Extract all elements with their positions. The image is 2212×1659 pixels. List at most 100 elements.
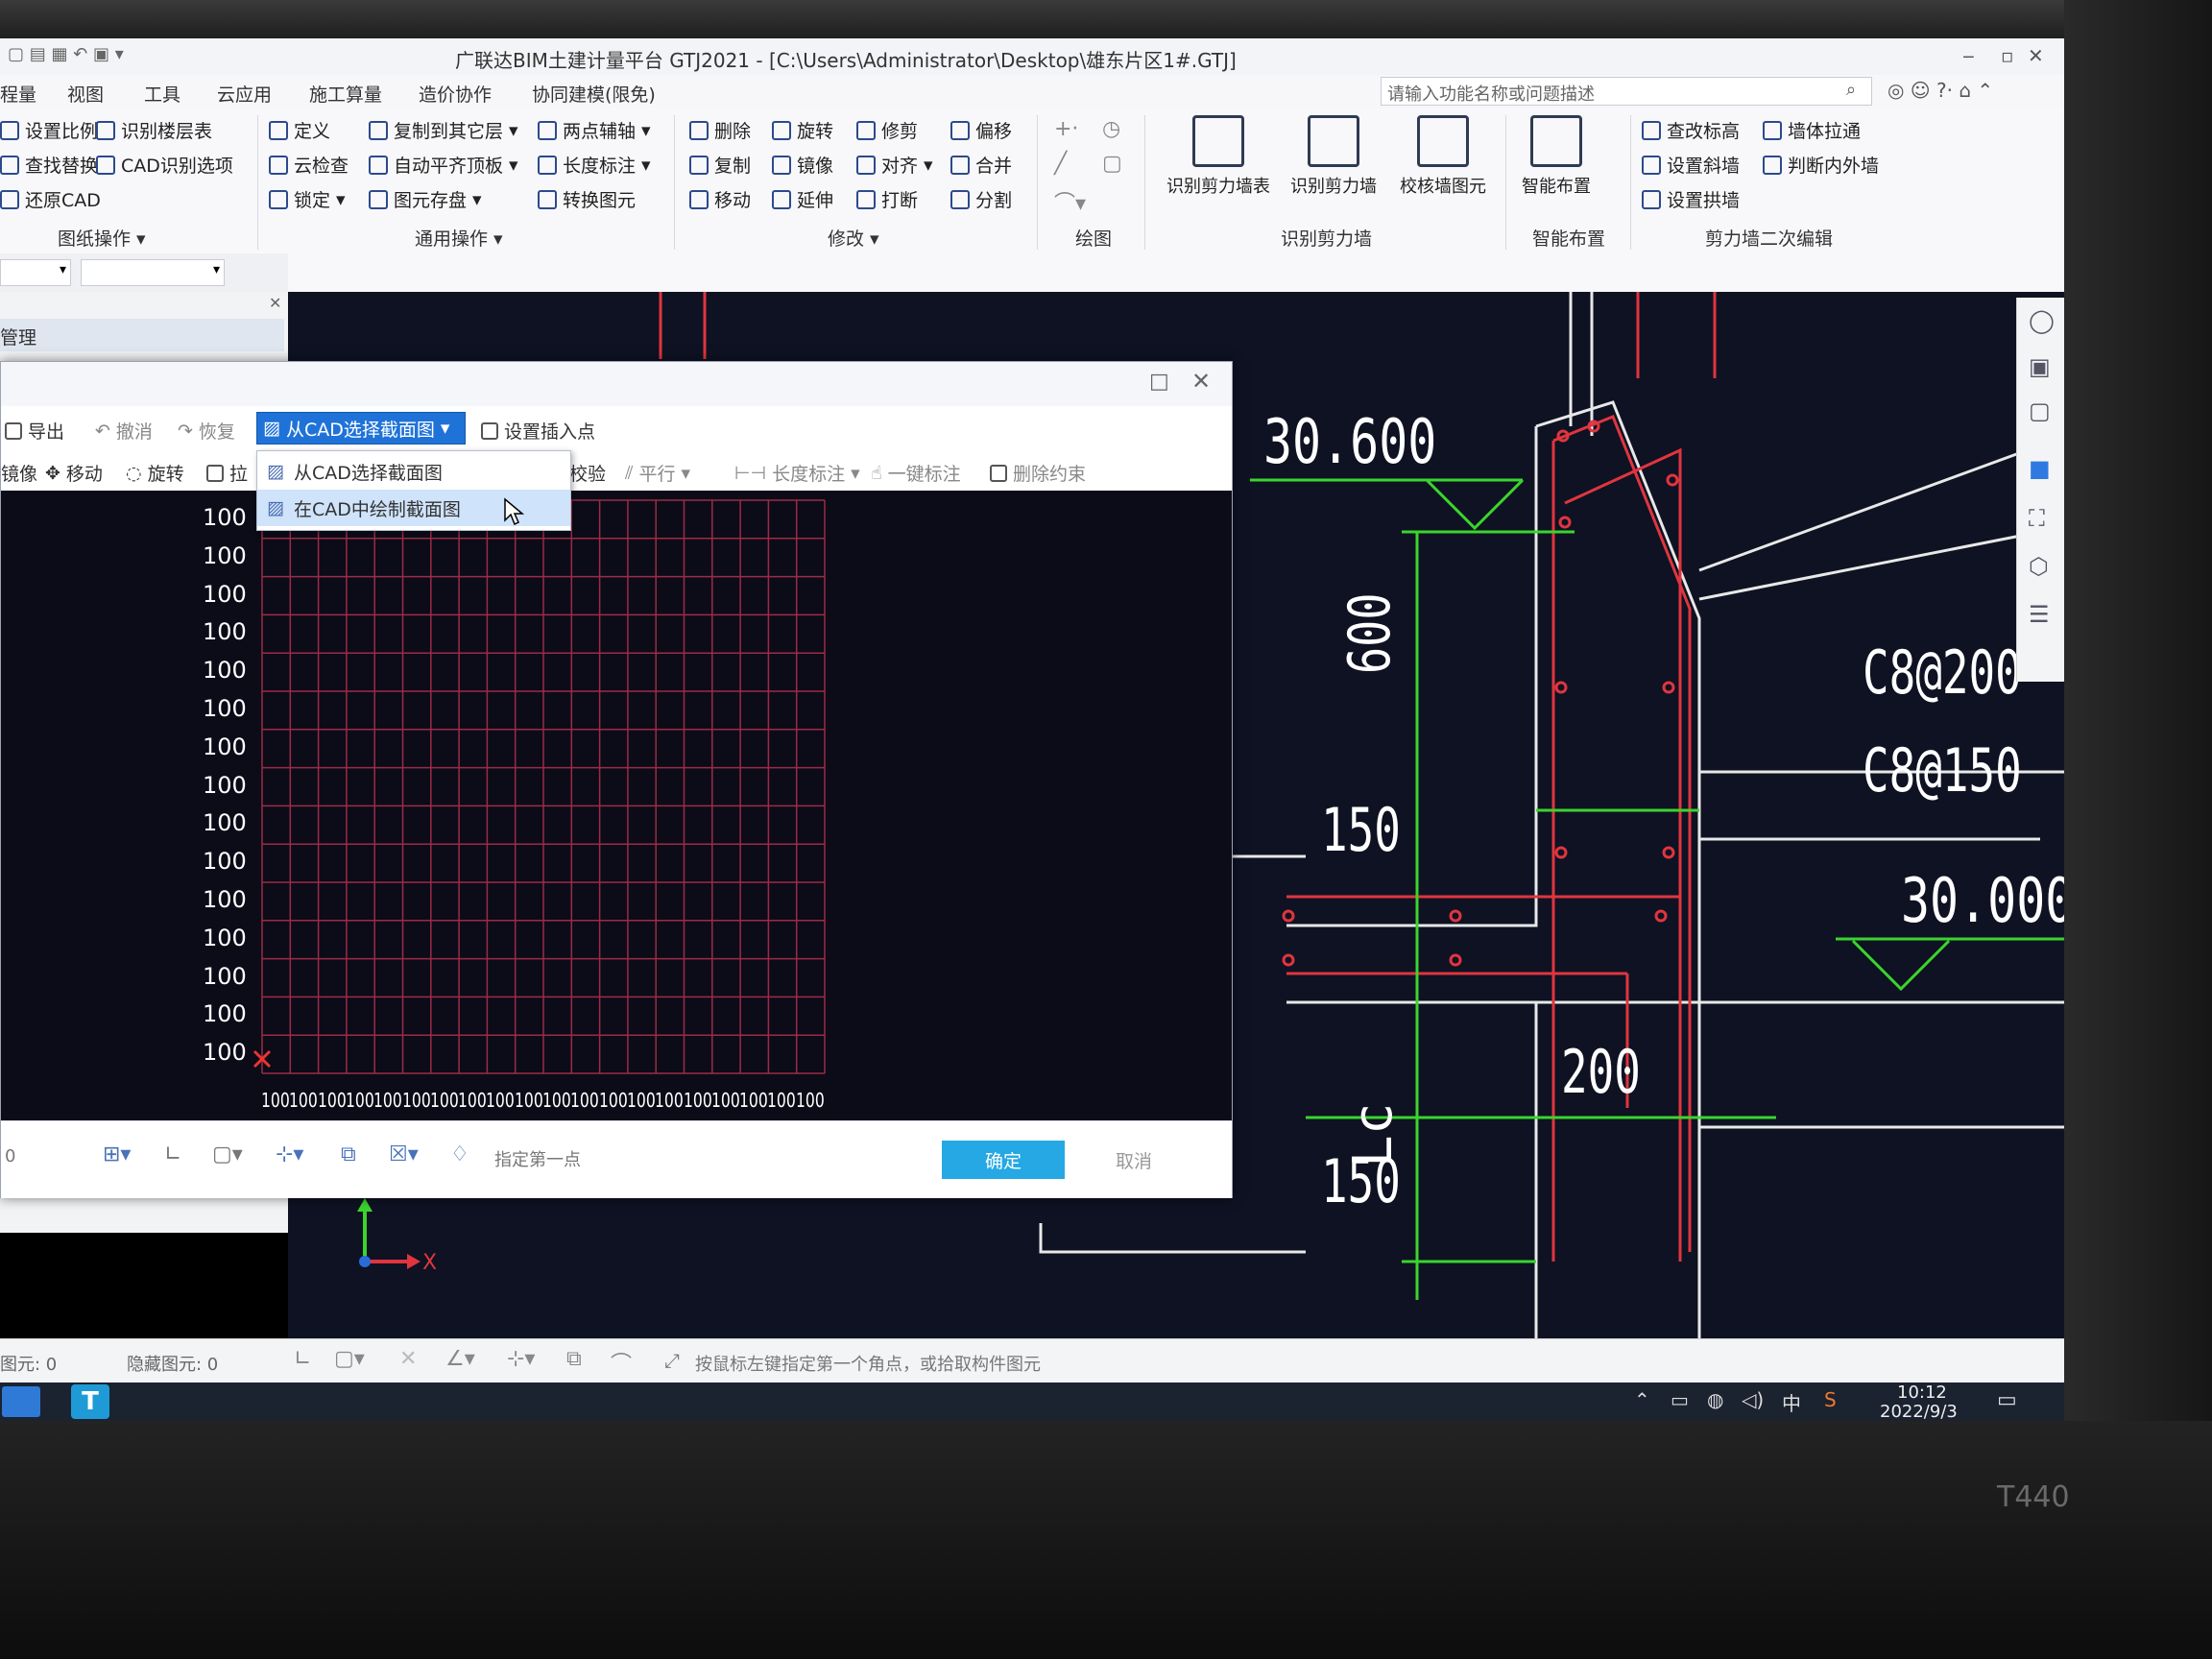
ortho-icon[interactable]: ∟ [164,1142,181,1166]
restore-cad-button[interactable]: 还原CAD [0,186,101,212]
help-icons[interactable]: ◎ ☺ ?· ⌂ ⌃ [1887,79,1993,102]
dynamic-input-icon[interactable]: ☒▾ [389,1142,419,1166]
network-icon[interactable]: ◍ [1707,1388,1723,1411]
parallel-button[interactable]: ⫽ 平行 ▾ [625,460,690,486]
track-icon[interactable]: ⊹▾ [507,1347,535,1371]
extend-button[interactable]: 延伸 [772,186,833,212]
check-button[interactable]: 校验 [569,460,606,486]
define-button[interactable]: 定义 [269,117,330,143]
point-tool-icon[interactable]: +· [1054,117,1078,141]
fit-view-icon[interactable]: ⛶ [2029,505,2045,532]
tab-collab[interactable]: 协同建模(限免) [532,81,656,107]
set-slant-wall-button[interactable]: 设置斜墙 [1642,152,1740,178]
menu-item-select-from-cad[interactable]: ▨ 从CAD选择截面图 [257,453,570,490]
volume-icon[interactable]: ◁) [1742,1388,1764,1411]
mirror-button[interactable]: 镜像 [1,460,37,486]
app-icon-t[interactable]: T [71,1384,109,1419]
two-point-axis-button[interactable]: 两点辅轴 ▾ [538,117,651,143]
length-dim-button[interactable]: ⊢⊣ 长度标注 ▾ [734,460,860,486]
solid-view-icon[interactable]: ■ [2029,455,2051,482]
object-snap-icon[interactable]: ⧉ [566,1347,582,1371]
break-button[interactable]: 打断 [856,186,918,212]
stretch-button[interactable]: 拉 [206,460,248,486]
object-snap-icon[interactable]: ⧉ [341,1142,356,1166]
smart-layout-button[interactable]: 智能布置 [1494,115,1619,198]
wall-extend-button[interactable]: 墙体拉通 [1763,117,1861,143]
cad-options-button[interactable]: CAD识别选项 [96,152,233,178]
search-input[interactable]: 请输入功能名称或问题描述 [1387,81,1595,106]
hint-icon[interactable]: ♢ [450,1142,469,1166]
list-icon[interactable]: ☰ [2029,601,2050,628]
inner-outer-wall-button[interactable]: 判断内外墙 [1763,152,1879,178]
trim-button[interactable]: 修剪 [856,117,918,143]
edit-elevation-button[interactable]: 查改标高 [1642,117,1740,143]
convert-elements-button[interactable]: 转换图元 [538,186,636,212]
select-from-cad-dropdown[interactable]: ▨ 从CAD选择截面图 ▾ [256,412,466,445]
copy-button[interactable]: 复制 [689,152,751,178]
grid-toggle-icon[interactable]: ⊞▾ [103,1142,131,1166]
tab-tools[interactable]: 工具 [144,81,180,107]
delete-constraint-button[interactable]: 删除约束 [990,460,1086,486]
clock-icon[interactable]: ◷ [1102,117,1120,141]
input-method-icon[interactable]: S [1824,1388,1837,1411]
section-canvas[interactable]: 100 100 100 100 100 100 100 100 100 100 100 100 100 1… [1,491,1232,1120]
ortho-icon[interactable]: ∟ [294,1347,311,1371]
split-button[interactable]: 分割 [950,186,1012,212]
cloud-check-button[interactable]: 云检查 [269,152,349,178]
move-button[interactable]: ✥ 移动 [45,460,103,486]
undo-button[interactable]: ↶ 撤消 [95,418,153,444]
quick-access-toolbar[interactable]: ▢ ▤ ▦ ↶ ▣ ▾ [8,44,124,64]
arc-tool-icon[interactable]: ⌒▾ [1054,186,1086,217]
copy-to-floor-button[interactable]: 复制到其它层 ▾ [369,117,518,143]
search-box[interactable]: 请输入功能名称或问题描述 ⌕ [1381,77,1872,106]
snap-icon[interactable]: ▢▾ [212,1142,243,1166]
cross-icon[interactable]: ✕ [399,1347,417,1371]
recognize-wall-table-button[interactable]: 识别剪力墙表 [1156,115,1281,198]
arc-icon[interactable]: ⌒ [611,1347,632,1378]
tab-cloud[interactable]: 云应用 [217,81,272,107]
find-replace-button[interactable]: 查找替换 [0,152,98,178]
panel-tab[interactable]: 管理 [0,319,284,351]
rotate-button[interactable]: ◌ 旋转 [126,460,184,486]
component-select[interactable]: ▾ [81,259,225,286]
save-elements-button[interactable]: 图元存盘 ▾ [369,186,482,212]
cancel-button[interactable]: 取消 [1086,1141,1182,1179]
set-scale-button[interactable]: 设置比例 [0,117,98,143]
rotate-button[interactable]: 旋转 [772,117,833,143]
delete-button[interactable]: 删除 [689,117,751,143]
tab-quantity[interactable]: 程量 [0,81,36,107]
rect-tool-icon[interactable]: ▢ [1102,152,1122,176]
recognize-floor-table-button[interactable]: 识别楼层表 [96,117,212,143]
check-wall-button[interactable]: 校核墙图元 [1381,115,1505,198]
tray-chevron-icon[interactable]: ⌃ [1634,1388,1650,1411]
mirror-button[interactable]: 镜像 [772,152,833,178]
recognize-wall-button[interactable]: 识别剪力墙 [1271,115,1396,198]
3d-view-icon[interactable]: ▣ [2029,353,2051,380]
auto-align-slab-button[interactable]: 自动平齐顶板 ▾ [369,152,518,178]
close-icon[interactable]: ✕ [1191,368,1211,395]
floor-select[interactable]: ▾ [0,259,71,286]
ok-button[interactable]: 确定 [942,1141,1065,1179]
tab-construction[interactable]: 施工算量 [309,81,382,107]
tab-cost[interactable]: 造价协作 [419,81,492,107]
set-arch-wall-button[interactable]: 设置拱墙 [1642,186,1740,212]
orbit-icon[interactable]: ◯ [2029,307,2055,334]
redo-button[interactable]: ↷ 恢复 [178,418,235,444]
battery-icon[interactable]: ▭ [1671,1388,1689,1411]
align-button[interactable]: 对齐 ▾ [856,152,933,178]
export-button[interactable]: 导出 [5,418,64,444]
one-click-dim-button[interactable]: ☝ 一键标注 [871,460,961,486]
close-icon[interactable]: ✕ [2028,44,2044,67]
maximize-icon[interactable]: □ [1149,370,1169,394]
track-icon[interactable]: ⊹▾ [276,1142,303,1166]
search-icon[interactable]: ⌕ [1846,80,1856,100]
cube-view-icon[interactable]: ▢ [2029,397,2051,424]
restore-icon[interactable]: ▫ [2001,44,2014,67]
set-insert-point-button[interactable]: 设置插入点 [481,418,595,444]
lock-button[interactable]: 锁定 ▾ [269,186,346,212]
tab-view[interactable]: 视图 [67,81,104,107]
offset-button[interactable]: 偏移 [950,117,1012,143]
notification-icon[interactable]: ▭ [1997,1388,2017,1412]
minimize-icon[interactable]: ‒ [1962,44,1975,67]
move-button[interactable]: 移动 [689,186,751,212]
